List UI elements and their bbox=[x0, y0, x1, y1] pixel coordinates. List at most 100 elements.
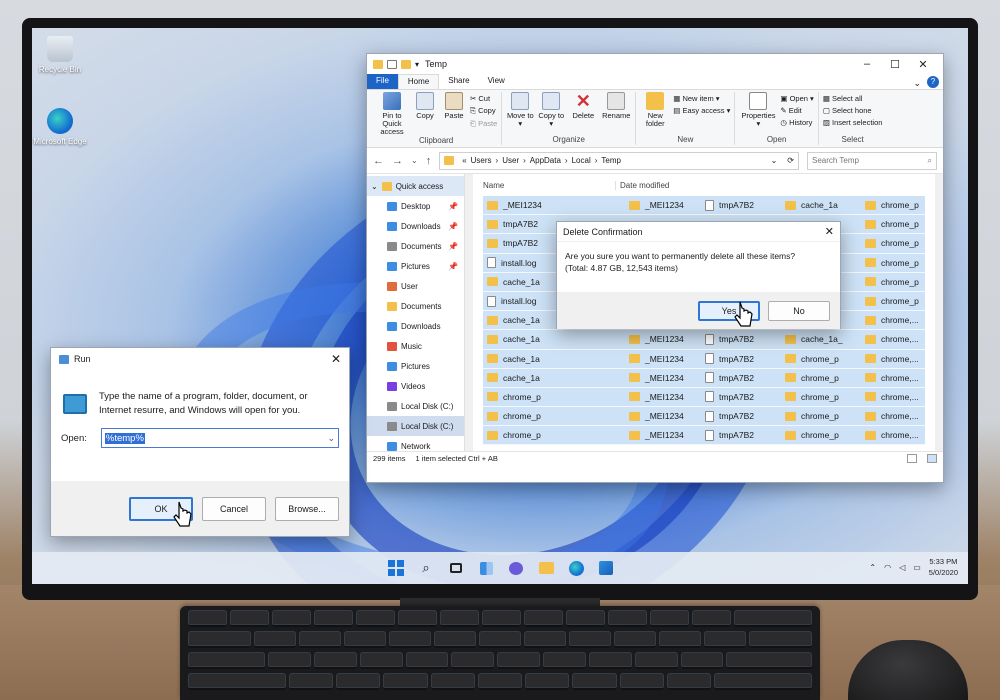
history-button[interactable]: ◷ History bbox=[780, 118, 813, 127]
up-arrow-icon[interactable]: ↑ bbox=[426, 155, 432, 167]
paste-shortcut-button[interactable]: ⎗ Paste bbox=[470, 119, 497, 129]
file-explorer-taskbar-icon[interactable] bbox=[536, 558, 556, 578]
nav-item[interactable]: Local Disk (C:) bbox=[367, 416, 464, 436]
cut-button[interactable]: ✂ Cut bbox=[470, 94, 497, 103]
file-item[interactable]: cache_1a bbox=[781, 196, 861, 214]
file-item[interactable]: chrome_p bbox=[483, 407, 625, 425]
properties-quick-icon[interactable] bbox=[387, 59, 397, 69]
new-folder-quick-icon[interactable] bbox=[401, 59, 411, 69]
no-button[interactable]: No bbox=[768, 300, 830, 321]
nav-item[interactable]: Local Disk (C:) bbox=[367, 396, 464, 416]
cancel-button[interactable]: Cancel bbox=[202, 496, 266, 521]
edge-taskbar-icon[interactable] bbox=[566, 558, 586, 578]
delete-button[interactable]: ✕ Delete bbox=[568, 92, 598, 135]
copy-button[interactable]: Copy bbox=[412, 92, 438, 136]
file-item[interactable]: tmpA7B2 bbox=[701, 407, 781, 425]
file-scrollbar[interactable] bbox=[935, 174, 943, 451]
file-item[interactable]: cache_1a bbox=[483, 369, 625, 387]
wifi-icon[interactable]: ◠ bbox=[884, 563, 891, 572]
file-item[interactable]: chrome_p bbox=[483, 426, 625, 444]
copy-to-button[interactable]: Copy to ▾ bbox=[537, 92, 565, 135]
nav-item[interactable]: Pictures bbox=[367, 356, 464, 376]
easy-access-button[interactable]: ▤ Easy access ▾ bbox=[673, 106, 730, 115]
file-row[interactable]: chrome_p _MEI1234 tmpA7B2 chrome_p chrome,..… bbox=[483, 426, 925, 446]
chevron-up-icon[interactable]: ⌃ bbox=[869, 563, 876, 572]
nav-item[interactable]: Downloads 📌 bbox=[367, 216, 464, 236]
desktop-icon-edge[interactable]: Microsoft Edge bbox=[32, 108, 90, 146]
file-item[interactable]: _MEI1234 bbox=[625, 426, 701, 444]
move-to-button[interactable]: Move to ▾ bbox=[506, 92, 534, 135]
file-item[interactable]: chrome_p bbox=[781, 350, 861, 368]
file-item[interactable]: tmpA7B2 bbox=[701, 426, 781, 444]
chat-icon[interactable] bbox=[506, 558, 526, 578]
file-row[interactable]: _MEI1234 _MEI1234 tmpA7B2 cache_1a chrome_p bbox=[483, 196, 925, 216]
address-dropdown-icon[interactable]: ⌄ bbox=[771, 156, 778, 165]
close-button[interactable]: ✕ bbox=[909, 58, 937, 71]
back-arrow-icon[interactable]: ← bbox=[373, 155, 384, 167]
widgets-icon[interactable] bbox=[476, 558, 496, 578]
battery-icon[interactable]: ▭ bbox=[913, 563, 921, 572]
file-item[interactable]: chrome_p bbox=[781, 426, 861, 444]
file-item[interactable]: _MEI1234 bbox=[625, 369, 701, 387]
nav-item[interactable]: Downloads bbox=[367, 316, 464, 336]
minimize-button[interactable]: – bbox=[853, 58, 881, 70]
browse-button[interactable]: Browse... bbox=[275, 496, 339, 521]
file-item[interactable]: chrome_p bbox=[861, 215, 921, 233]
file-item[interactable]: chrome_p bbox=[861, 234, 921, 252]
file-item[interactable]: _MEI1234 bbox=[625, 388, 701, 406]
nav-item[interactable]: Network bbox=[367, 436, 464, 451]
file-item[interactable]: chrome_p bbox=[861, 292, 921, 310]
invert-selection-button[interactable]: ▨ Insert selection bbox=[823, 118, 883, 127]
nav-quick-access[interactable]: ⌄ Quick access bbox=[367, 176, 464, 196]
file-item[interactable]: chrome_p bbox=[781, 388, 861, 406]
open-input-value[interactable]: %temp% bbox=[104, 432, 145, 444]
file-item[interactable]: chrome,... bbox=[861, 407, 921, 425]
details-view-icon[interactable] bbox=[907, 454, 917, 463]
file-item[interactable]: tmpA7B2 bbox=[701, 330, 781, 348]
file-item[interactable]: chrome,... bbox=[861, 369, 921, 387]
file-item[interactable]: tmpA7B2 bbox=[701, 196, 781, 214]
file-item[interactable]: tmpA7B2 bbox=[701, 350, 781, 368]
address-bar[interactable]: « Users › User › AppData › Local › Temp ⌄ ⟳ bbox=[439, 151, 799, 170]
file-item[interactable]: chrome_p bbox=[781, 407, 861, 425]
file-item[interactable]: cache_1a bbox=[483, 350, 625, 368]
close-icon[interactable]: ✕ bbox=[825, 225, 834, 238]
close-icon[interactable]: ✕ bbox=[331, 352, 341, 366]
ribbon-collapse-icon[interactable]: ⌄ bbox=[907, 78, 927, 89]
refresh-icon[interactable]: ⟳ bbox=[787, 156, 794, 165]
file-row[interactable]: chrome_p _MEI1234 tmpA7B2 chrome_p chrome,..… bbox=[483, 407, 925, 427]
file-item[interactable]: chrome,... bbox=[861, 350, 921, 368]
file-row[interactable]: cache_1a _MEI1234 tmpA7B2 chrome_p chrome,..… bbox=[483, 349, 925, 369]
file-item[interactable]: chrome_p bbox=[861, 196, 921, 214]
file-row[interactable]: chrome_p _MEI1234 tmpA7B2 chrome_p chrome,..… bbox=[483, 387, 925, 408]
file-item[interactable]: _MEI1234 bbox=[625, 330, 701, 348]
file-item[interactable]: _MEI1234 bbox=[625, 407, 701, 425]
tab-share[interactable]: Share bbox=[439, 74, 478, 89]
select-all-button[interactable]: ▦ Select all bbox=[823, 94, 883, 103]
open-button[interactable]: ▣ Open ▾ bbox=[780, 94, 813, 103]
tab-file[interactable]: File bbox=[367, 74, 398, 89]
recent-dropdown-icon[interactable]: ⌄ bbox=[411, 156, 418, 165]
breadcrumb-users[interactable]: Users bbox=[471, 156, 492, 165]
file-item[interactable]: tmpA7B2 bbox=[701, 369, 781, 387]
column-name[interactable]: Name bbox=[473, 181, 615, 190]
properties-button[interactable]: Properties ▾ bbox=[739, 92, 777, 135]
nav-item[interactable]: Videos bbox=[367, 376, 464, 396]
nav-scrollbar[interactable] bbox=[465, 174, 473, 451]
file-item[interactable]: _MEI1234 bbox=[625, 196, 701, 214]
clock[interactable]: 5:33 PM 5/0/2020 bbox=[929, 556, 958, 578]
start-icon[interactable] bbox=[386, 558, 406, 578]
paste-button[interactable]: Paste bbox=[441, 92, 467, 136]
quick-access-dropdown-icon[interactable]: ▾ bbox=[415, 60, 419, 69]
file-item[interactable]: chrome_p bbox=[861, 254, 921, 272]
volume-icon[interactable]: ◁ bbox=[899, 563, 905, 572]
search-icon[interactable]: ⌕ bbox=[416, 558, 436, 578]
nav-item[interactable]: Desktop 📌 bbox=[367, 196, 464, 216]
chevron-down-icon[interactable]: ⌄ bbox=[371, 182, 378, 191]
file-item[interactable]: tmpA7B2 bbox=[701, 388, 781, 406]
nav-item[interactable]: User bbox=[367, 276, 464, 296]
nav-item[interactable]: Documents 📌 bbox=[367, 236, 464, 256]
pin-quick-access-button[interactable]: Pin to Quick access bbox=[375, 92, 409, 136]
breadcrumb-local[interactable]: Local bbox=[572, 156, 591, 165]
maximize-button[interactable]: ☐ bbox=[881, 58, 909, 71]
